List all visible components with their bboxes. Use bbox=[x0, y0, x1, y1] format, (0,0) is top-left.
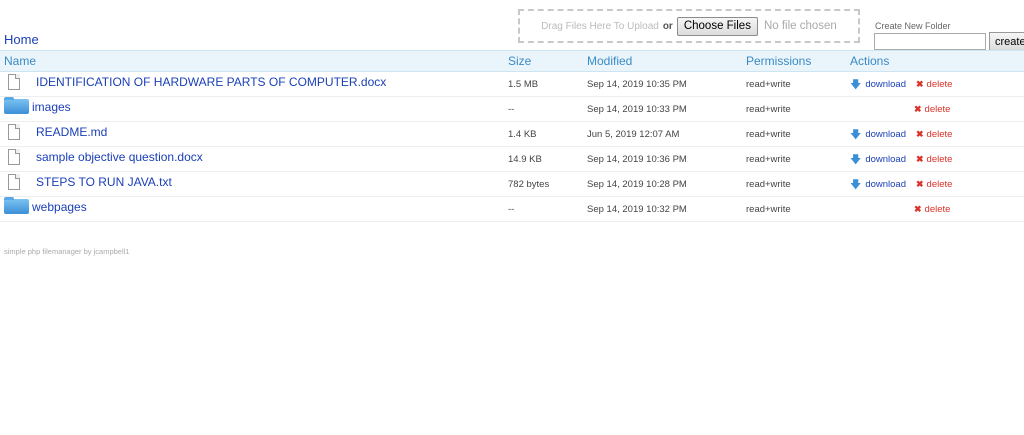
file-modified: Jun 5, 2019 12:07 AM bbox=[587, 129, 680, 140]
file-size: 1.4 KB bbox=[508, 129, 537, 140]
delete-link[interactable]: ✖ delete bbox=[914, 204, 950, 215]
file-modified: Sep 14, 2019 10:36 PM bbox=[587, 154, 687, 165]
delete-link[interactable]: ✖ delete bbox=[916, 79, 952, 90]
table-row: webpages -- Sep 14, 2019 10:32 PM read+w… bbox=[0, 197, 1024, 222]
file-icon bbox=[8, 74, 20, 90]
modified-column-header[interactable]: Modified bbox=[587, 54, 632, 68]
or-text: or bbox=[662, 20, 673, 32]
download-label: download bbox=[865, 129, 906, 140]
download-label: download bbox=[865, 179, 906, 190]
file-modified: Sep 14, 2019 10:32 PM bbox=[587, 204, 687, 215]
download-arrow-icon: 🡇 bbox=[850, 178, 862, 191]
breadcrumb-home-link[interactable]: Home bbox=[4, 32, 39, 47]
table-header: Name Size Modified Permissions Actions bbox=[0, 50, 1024, 72]
file-table: Name Size Modified Permissions Actions I… bbox=[0, 50, 1024, 222]
download-arrow-icon: 🡇 bbox=[850, 128, 862, 141]
file-name-link[interactable]: sample objective question.docx bbox=[36, 150, 203, 164]
drag-upload-text: Drag Files Here To Upload bbox=[541, 20, 659, 32]
delete-label: delete bbox=[926, 179, 953, 190]
delete-link[interactable]: ✖ delete bbox=[916, 179, 952, 190]
file-name-link[interactable]: IDENTIFICATION OF HARDWARE PARTS OF COMP… bbox=[36, 75, 386, 89]
file-permissions: read+write bbox=[746, 79, 791, 90]
delete-x-icon: ✖ bbox=[915, 154, 924, 164]
delete-x-icon: ✖ bbox=[915, 179, 924, 189]
delete-x-icon: ✖ bbox=[914, 104, 922, 114]
folder-icon bbox=[4, 97, 29, 114]
download-arrow-icon: 🡇 bbox=[850, 78, 862, 91]
delete-link[interactable]: ✖ delete bbox=[916, 154, 952, 165]
download-label: download bbox=[865, 79, 906, 90]
file-modified: Sep 14, 2019 10:35 PM bbox=[587, 79, 687, 90]
file-permissions: read+write bbox=[746, 204, 791, 215]
table-row: STEPS TO RUN JAVA.txt 782 bytes Sep 14, … bbox=[0, 172, 1024, 197]
file-icon bbox=[8, 149, 20, 165]
upload-dropzone[interactable]: Drag Files Here To Upload or Choose File… bbox=[518, 9, 860, 43]
delete-label: delete bbox=[924, 204, 951, 215]
file-permissions: read+write bbox=[746, 129, 791, 140]
file-name-link[interactable]: STEPS TO RUN JAVA.txt bbox=[36, 175, 172, 189]
folder-name-link[interactable]: images bbox=[32, 100, 71, 114]
file-name-link[interactable]: README.md bbox=[36, 125, 107, 139]
file-permissions: read+write bbox=[746, 154, 791, 165]
table-row: sample objective question.docx 14.9 KB S… bbox=[0, 147, 1024, 172]
name-column-header[interactable]: Name bbox=[4, 54, 36, 68]
permissions-column-header[interactable]: Permissions bbox=[746, 54, 811, 68]
size-column-header[interactable]: Size bbox=[508, 54, 531, 68]
no-file-chosen-text: No file chosen bbox=[763, 20, 837, 32]
download-link[interactable]: 🡇 download bbox=[850, 129, 906, 140]
file-size: -- bbox=[508, 104, 515, 115]
download-link[interactable]: 🡇 download bbox=[850, 79, 906, 90]
table-row: images -- Sep 14, 2019 10:33 PM read+wri… bbox=[0, 97, 1024, 122]
create-folder-form: Create New Folder create bbox=[874, 21, 1024, 51]
create-folder-button[interactable]: create bbox=[989, 32, 1024, 51]
download-arrow-icon: 🡇 bbox=[850, 153, 862, 166]
delete-label: delete bbox=[926, 79, 953, 90]
delete-x-icon: ✖ bbox=[915, 79, 924, 89]
delete-label: delete bbox=[926, 154, 953, 165]
delete-x-icon: ✖ bbox=[915, 129, 924, 139]
file-icon bbox=[8, 174, 20, 190]
actions-column-header: Actions bbox=[850, 54, 890, 68]
choose-files-button[interactable]: Choose Files bbox=[676, 16, 758, 36]
delete-x-icon: ✖ bbox=[914, 204, 922, 214]
delete-link[interactable]: ✖ delete bbox=[916, 129, 952, 140]
delete-label: delete bbox=[926, 129, 953, 140]
file-permissions: read+write bbox=[746, 179, 791, 190]
folder-name-link[interactable]: webpages bbox=[32, 200, 87, 214]
folder-name-input[interactable] bbox=[874, 33, 986, 50]
file-size: 14.9 KB bbox=[508, 154, 542, 165]
create-folder-label: Create New Folder bbox=[875, 21, 951, 31]
file-permissions: read+write bbox=[746, 104, 791, 115]
file-size: 1.5 MB bbox=[508, 79, 539, 90]
footer-credit: simple php filemanager by jcampbell1 bbox=[4, 247, 130, 256]
table-row: README.md 1.4 KB Jun 5, 2019 12:07 AM re… bbox=[0, 122, 1024, 147]
file-modified: Sep 14, 2019 10:33 PM bbox=[587, 104, 687, 115]
file-size: -- bbox=[508, 204, 515, 215]
file-size: 782 bytes bbox=[508, 179, 550, 190]
download-link[interactable]: 🡇 download bbox=[850, 154, 906, 165]
delete-link[interactable]: ✖ delete bbox=[914, 104, 950, 115]
download-label: download bbox=[865, 154, 906, 165]
delete-label: delete bbox=[924, 104, 951, 115]
download-link[interactable]: 🡇 download bbox=[850, 179, 906, 190]
folder-icon bbox=[4, 197, 29, 214]
file-icon bbox=[8, 124, 20, 140]
table-row: IDENTIFICATION OF HARDWARE PARTS OF COMP… bbox=[0, 72, 1024, 97]
file-modified: Sep 14, 2019 10:28 PM bbox=[587, 179, 687, 190]
